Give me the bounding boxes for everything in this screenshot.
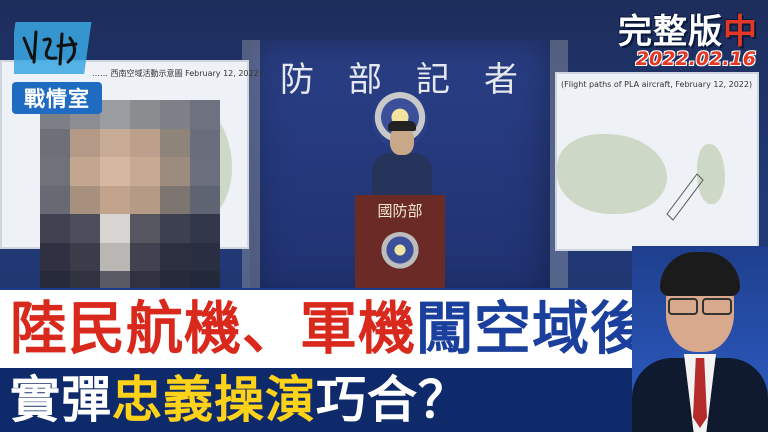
headline-1-part-1: 陸民航機、軍機 bbox=[10, 296, 416, 362]
podium-emblem-icon bbox=[380, 232, 420, 272]
headline-2-part-1: 實彈 bbox=[10, 371, 112, 429]
show-logo: 戰情室 bbox=[6, 8, 106, 120]
headline-1-part-2: 闖空域後 bbox=[416, 296, 648, 362]
banner-char: 部 bbox=[348, 60, 384, 100]
badge-title-main: 完整版 bbox=[618, 12, 723, 52]
badge-title: 完整版中 bbox=[618, 4, 758, 53]
headline-2-part-2: 忠義操演 bbox=[112, 371, 316, 429]
host-portrait bbox=[632, 246, 768, 432]
banner-char: 防 bbox=[280, 60, 316, 100]
logo-label-box: 戰情室 bbox=[12, 82, 102, 114]
screen-caption-right: (Flight paths of PLA aircraft, February … bbox=[561, 80, 753, 89]
signature-logo-icon bbox=[14, 22, 92, 74]
pixelated-person bbox=[40, 100, 220, 300]
screen-caption-left: …… 西南空域活動示意圖 February 12, 2022) bbox=[92, 69, 262, 78]
logo-label: 戰情室 bbox=[24, 87, 90, 111]
spokesperson bbox=[372, 121, 432, 208]
badge-date: 2022.02.16 bbox=[635, 48, 756, 70]
headline-line-1: 陸民航機、軍機闖空域後 bbox=[10, 294, 648, 364]
speaker-hair bbox=[388, 121, 416, 131]
badge-title-accent: 中 bbox=[723, 12, 758, 52]
banner-char: 記 bbox=[416, 60, 452, 100]
full-version-badge: 完整版中 2022.02.16 bbox=[570, 4, 762, 70]
banner-char: 者 bbox=[484, 60, 520, 100]
map-landmass bbox=[557, 134, 667, 214]
projection-screen-right: (Flight paths of PLA aircraft, February … bbox=[555, 72, 759, 251]
headline-line-2: 實彈忠義操演巧合？ bbox=[10, 370, 469, 430]
podium-label: 國防部 bbox=[377, 202, 423, 220]
flight-path-icon bbox=[666, 173, 704, 221]
glasses-icon bbox=[668, 298, 732, 315]
headline-2-part-3: 巧合？ bbox=[316, 371, 469, 429]
video-thumbnail: 防 部 記 者 …… 西南空域活動示意圖 February 12, 2022) … bbox=[0, 0, 768, 432]
